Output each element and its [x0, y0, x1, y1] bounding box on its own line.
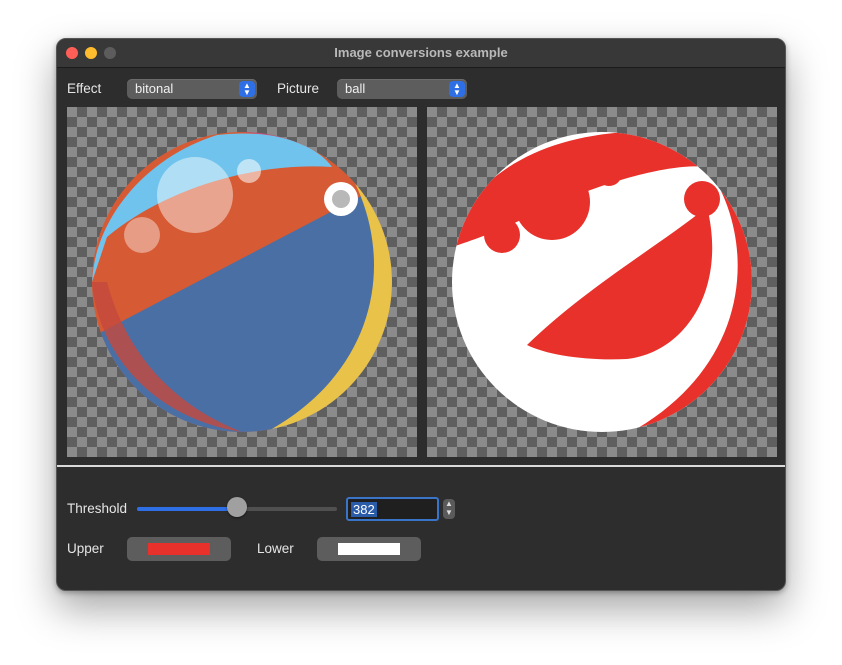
effect-label: Effect: [67, 81, 102, 96]
converted-image-view: [427, 107, 777, 457]
picture-popup-value: ball: [345, 81, 366, 96]
divider: [57, 465, 785, 467]
threshold-slider-fill: [137, 507, 237, 511]
threshold-label: Threshold: [67, 501, 128, 516]
threshold-stepper[interactable]: ▲ ▼: [443, 499, 455, 519]
beach-ball-bitonal-image: [452, 132, 752, 432]
picture-label: Picture: [277, 81, 320, 96]
title-bar: Image conversions example: [57, 39, 785, 68]
lower-color-swatch: [338, 543, 400, 555]
upper-label: Upper: [67, 541, 104, 556]
upper-color-swatch: [148, 543, 210, 555]
lower-label: Lower: [257, 541, 294, 556]
app-window: Image conversions example Effect bitonal…: [56, 38, 786, 591]
chevron-updown-icon: ▲ ▼: [239, 81, 255, 97]
threshold-slider-thumb[interactable]: [227, 497, 247, 517]
original-image-view: [67, 107, 417, 457]
beach-ball-original-image: [92, 132, 392, 432]
picture-popup[interactable]: ball ▲ ▼: [337, 79, 467, 99]
threshold-input-value: 382: [351, 502, 377, 517]
effect-popup[interactable]: bitonal ▲ ▼: [127, 79, 257, 99]
chevron-updown-icon: ▲ ▼: [449, 81, 465, 97]
window-title: Image conversions example: [334, 45, 508, 60]
effect-popup-value: bitonal: [135, 81, 174, 96]
chevron-updown-icon: ▲ ▼: [445, 499, 453, 517]
upper-color-well[interactable]: [127, 537, 231, 561]
threshold-input[interactable]: 382: [346, 497, 439, 521]
lower-color-well[interactable]: [317, 537, 421, 561]
